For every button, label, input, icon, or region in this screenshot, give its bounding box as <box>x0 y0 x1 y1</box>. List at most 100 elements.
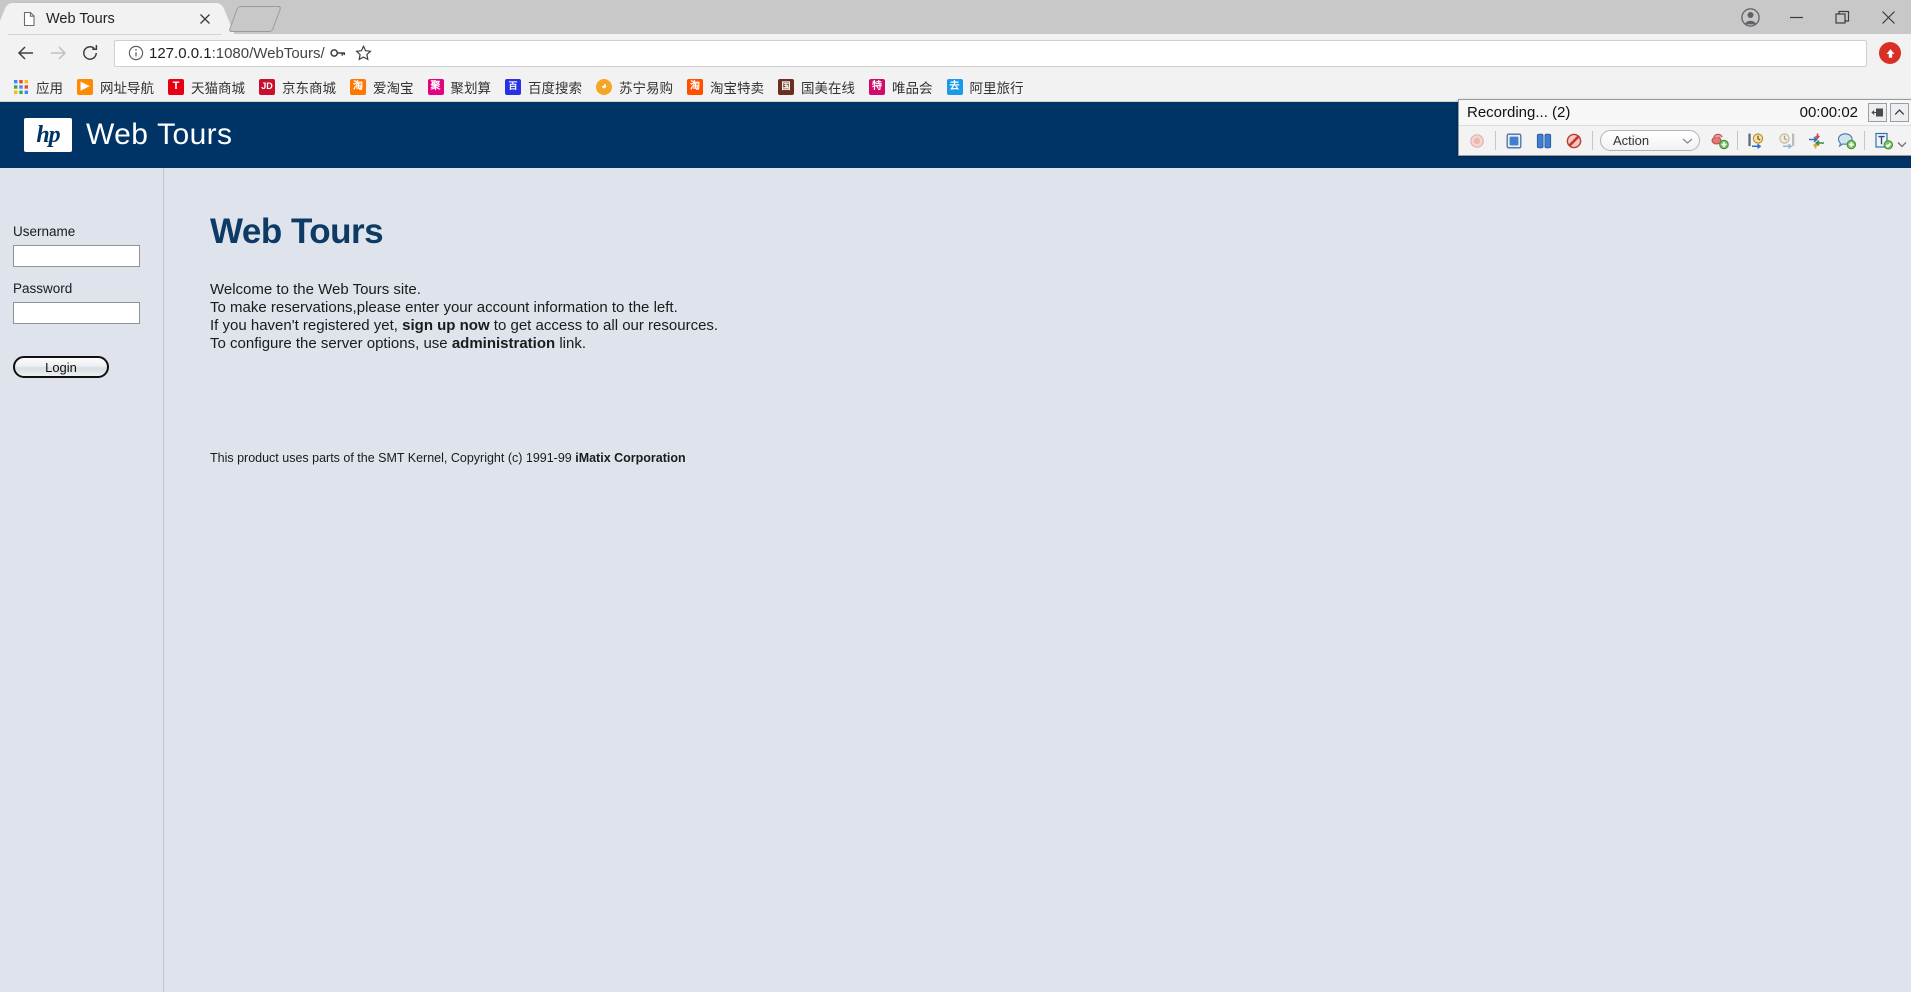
bookmark-apps[interactable]: 应用 <box>6 75 70 99</box>
vip-icon: 特 <box>869 79 885 95</box>
bookmark-tmall[interactable]: T 天猫商城 <box>161 75 252 99</box>
hp-logo-icon: hp <box>24 118 72 152</box>
tab-title: Web Tours <box>46 11 196 27</box>
bookmark-alitrip[interactable]: 去 阿里旅行 <box>940 75 1031 99</box>
welcome-line-4: To configure the server options, use adm… <box>210 336 1911 353</box>
url-path: :1080/WebTours/ <box>212 45 325 62</box>
pause-button[interactable] <box>1529 128 1559 154</box>
login-button[interactable]: Login <box>13 356 109 378</box>
main-heading: Web Tours <box>210 212 1911 252</box>
close-icon[interactable] <box>1865 0 1911 34</box>
tab-web-tours[interactable]: Web Tours <box>8 3 221 34</box>
chevron-up-icon[interactable] <box>1890 103 1909 122</box>
dock-panel-icon[interactable] <box>1868 103 1887 122</box>
taobao-icon: 淘 <box>350 79 366 95</box>
record-button <box>1462 128 1492 154</box>
bookmark-label: 国美在线 <box>801 77 855 97</box>
new-action-button[interactable] <box>1704 128 1734 154</box>
line3-post: to get access to all our resources. <box>490 317 718 334</box>
site-nav-icon: ▶ <box>77 79 93 95</box>
jd-icon: JD <box>259 79 275 95</box>
bookmark-label: 淘宝特卖 <box>710 77 764 97</box>
bookmark-gome[interactable]: 国 国美在线 <box>771 75 862 99</box>
url-host: 127.0.0.1 <box>149 45 212 62</box>
insert-text-check-button[interactable] <box>1868 128 1898 154</box>
chevron-down-icon[interactable] <box>1682 132 1693 150</box>
restore-icon[interactable] <box>1819 0 1865 34</box>
bookmark-label: 天猫商城 <box>191 77 245 97</box>
reload-icon[interactable] <box>74 37 106 69</box>
login-panel: Username Password Login <box>0 168 164 992</box>
toolbar-separator <box>1592 131 1593 150</box>
content-area: Username Password Login Web Tours Welcom… <box>0 168 1911 992</box>
footer-pre: This product uses parts of the SMT Kerne… <box>210 451 575 465</box>
page-info-icon[interactable] <box>123 41 149 65</box>
juhuasuan-icon: 聚 <box>428 79 444 95</box>
bookmark-label: 百度搜索 <box>528 77 582 97</box>
url-text: 127.0.0.1:1080/WebTours/ <box>149 45 325 62</box>
address-bar[interactable]: 127.0.0.1:1080/WebTours/ <box>114 40 1867 67</box>
main-content: Web Tours Welcome to the Web Tours site.… <box>164 168 1911 992</box>
bookmark-label: 应用 <box>36 77 63 97</box>
forward-arrow-icon <box>42 37 74 69</box>
profile-avatar-icon[interactable] <box>1727 0 1773 34</box>
taobao-sale-icon: 淘 <box>687 79 703 95</box>
bookmark-site-nav[interactable]: ▶ 网址导航 <box>70 75 161 99</box>
toolbar-separator <box>1495 131 1496 150</box>
apps-grid-icon <box>13 79 29 95</box>
start-transaction-button[interactable] <box>1741 128 1771 154</box>
bookmarks-bar: 应用 ▶ 网址导航 T 天猫商城 JD 京东商城 淘 爱淘宝 聚 聚划算 百 百… <box>0 72 1911 102</box>
bookmark-jd[interactable]: JD 京东商城 <box>252 75 343 99</box>
bookmark-juhuasuan[interactable]: 聚 聚划算 <box>421 75 499 99</box>
welcome-line-3: If you haven't registered yet, sign up n… <box>210 318 1911 335</box>
toolbar: 127.0.0.1:1080/WebTours/ <box>0 34 1911 72</box>
bookmark-star-icon[interactable] <box>351 41 377 65</box>
toolbar-overflow-caret-icon[interactable] <box>1897 135 1907 153</box>
bookmark-taobao[interactable]: 淘 爱淘宝 <box>343 75 421 99</box>
minimize-icon[interactable] <box>1773 0 1819 34</box>
recording-toolbar: Recording... (2) 00:00:02 <box>1458 99 1911 156</box>
page-title: Web Tours <box>86 118 232 152</box>
sign-up-now-link[interactable]: sign up now <box>402 317 490 334</box>
recording-title-row: Recording... (2) 00:00:02 <box>1459 100 1911 125</box>
recording-status-text: Recording... (2) <box>1467 104 1800 121</box>
bookmark-label: 京东商城 <box>282 77 336 97</box>
password-label: Password <box>13 281 163 296</box>
bookmark-vip[interactable]: 特 唯品会 <box>862 75 940 99</box>
close-icon[interactable] <box>196 10 213 27</box>
administration-link[interactable]: administration <box>452 335 555 352</box>
window-controls <box>1727 0 1911 34</box>
comment-add-icon[interactable] <box>1831 128 1861 154</box>
end-transaction-button <box>1771 128 1801 154</box>
bookmark-label: 阿里旅行 <box>970 77 1024 97</box>
back-arrow-icon[interactable] <box>10 37 42 69</box>
insert-rendezvous-button[interactable] <box>1801 128 1831 154</box>
action-select[interactable]: Action <box>1600 130 1700 151</box>
stop-button[interactable] <box>1499 128 1529 154</box>
username-input[interactable] <box>13 245 140 267</box>
brand-title-light: Web <box>86 118 157 151</box>
welcome-line-1: Welcome to the Web Tours site. <box>210 282 1911 299</box>
bookmark-taobao-sale[interactable]: 淘 淘宝特卖 <box>680 75 771 99</box>
password-input[interactable] <box>13 302 140 324</box>
browser-window: Web Tours <box>0 0 1911 992</box>
recording-button-row: Action <box>1459 125 1911 155</box>
hp-logo-text: hp <box>36 122 59 149</box>
bookmark-baidu[interactable]: 百 百度搜索 <box>498 75 589 99</box>
update-arrow-icon[interactable] <box>1879 42 1901 64</box>
cancel-recording-button[interactable] <box>1559 128 1589 154</box>
welcome-text: Welcome to the Web Tours site. To make r… <box>210 282 1911 353</box>
password-key-icon[interactable] <box>325 41 351 65</box>
action-select-value: Action <box>1613 133 1682 148</box>
alitrip-icon: 去 <box>947 79 963 95</box>
new-tab-icon[interactable] <box>228 6 281 32</box>
footer-company: iMatix Corporation <box>575 451 685 465</box>
recording-timer: 00:00:02 <box>1800 104 1858 121</box>
line3-pre: If you haven't registered yet, <box>210 317 402 334</box>
page-icon <box>21 11 37 27</box>
toolbar-separator <box>1864 131 1865 150</box>
bookmark-label: 苏宁易购 <box>619 77 673 97</box>
bookmark-suning[interactable]: ◕ 苏宁易购 <box>589 75 680 99</box>
baidu-icon: 百 <box>505 79 521 95</box>
tmall-icon: T <box>168 79 184 95</box>
